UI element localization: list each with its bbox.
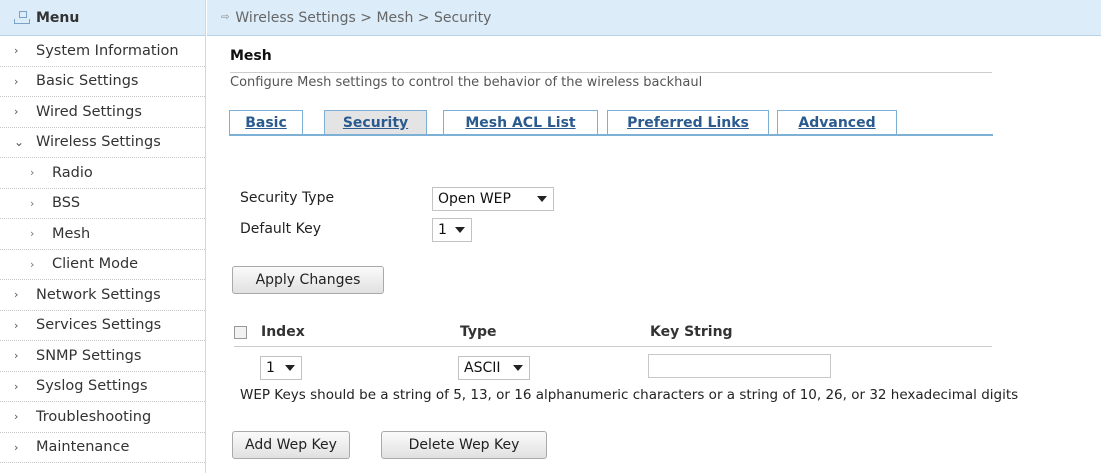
menu-item-radio[interactable]: › Radio (0, 158, 205, 189)
chevron-down-icon: ⌄ (14, 135, 25, 150)
menu-item-services-settings[interactable]: › Services Settings (0, 311, 205, 341)
menu-item-label: Troubleshooting (36, 408, 152, 425)
menu-item-wireless-settings[interactable]: ⌄ Wireless Settings (0, 128, 205, 158)
key-type-select[interactable]: ASCII (458, 356, 530, 380)
sitemap-icon (14, 10, 30, 25)
chevron-right-icon: › (30, 227, 35, 241)
chevron-right-icon: › (30, 257, 35, 271)
key-index-select[interactable]: 1 (260, 356, 302, 380)
menu-item-label: Services Settings (36, 317, 162, 334)
menu-item-label: Mesh (52, 225, 91, 242)
key-type-value: ASCII (464, 360, 501, 376)
menu-item-wired-settings[interactable]: › Wired Settings (0, 97, 205, 128)
breadcrumb-text: Wireless Settings > Mesh > Security (235, 9, 492, 26)
index-header: Index (261, 324, 305, 340)
key-index-value: 1 (266, 360, 275, 376)
tab-basic[interactable]: Basic (229, 110, 303, 134)
tab-security[interactable]: Security (324, 110, 427, 134)
menu-item-maintenance[interactable]: › Maintenance (0, 433, 205, 463)
menu-item-snmp-settings[interactable]: › SNMP Settings (0, 341, 205, 372)
breadcrumb-icon: ⇨ (221, 12, 230, 23)
key-string-input[interactable] (648, 354, 831, 378)
chevron-right-icon: › (14, 318, 19, 332)
default-key-select[interactable]: 1 (432, 218, 472, 242)
menu-item-label: BSS (52, 195, 81, 212)
default-key-value: 1 (438, 222, 447, 238)
chevron-right-icon: › (14, 410, 19, 424)
chevron-right-icon: › (30, 196, 35, 210)
dropdown-caret-icon (285, 365, 295, 371)
menu-item-system-information[interactable]: › System Information (0, 36, 205, 67)
menu-item-label: SNMP Settings (36, 347, 142, 364)
dropdown-caret-icon (537, 196, 547, 202)
dropdown-caret-icon (455, 227, 465, 233)
type-header: Type (460, 324, 497, 340)
chevron-right-icon: › (30, 166, 35, 180)
dropdown-caret-icon (513, 365, 523, 371)
tab-advanced[interactable]: Advanced (777, 110, 897, 134)
breadcrumb: ⇨ Wireless Settings > Mesh > Security (207, 0, 1101, 36)
menu-item-label: Network Settings (36, 286, 161, 303)
tab-bar: Basic Security Mesh ACL List Preferred L… (229, 110, 993, 136)
security-type-label: Security Type (240, 190, 335, 206)
menu-item-syslog-settings[interactable]: › Syslog Settings (0, 372, 205, 402)
chevron-right-icon: › (14, 74, 19, 88)
tab-mesh-acl-list[interactable]: Mesh ACL List (443, 110, 598, 134)
menu-item-label: Client Mode (52, 256, 139, 273)
chevron-right-icon: › (14, 105, 19, 119)
menu-item-label: Basic Settings (36, 73, 139, 90)
apply-changes-button[interactable]: Apply Changes (232, 266, 384, 294)
chevron-right-icon: › (14, 288, 19, 302)
key-string-header: Key String (650, 324, 733, 340)
menu-item-bss[interactable]: › BSS (0, 189, 205, 219)
menu-item-label: Syslog Settings (36, 378, 148, 395)
security-type-select[interactable]: Open WEP (432, 187, 554, 211)
add-wep-key-button[interactable]: Add Wep Key (232, 431, 350, 459)
menu-item-label: Radio (52, 164, 93, 181)
wep-key-hint: WEP Keys should be a string of 5, 13, or… (240, 387, 1019, 403)
security-type-value: Open WEP (438, 191, 511, 207)
page-title: Mesh (230, 48, 272, 64)
tab-preferred-links[interactable]: Preferred Links (607, 110, 769, 134)
menu-item-label: System Information (36, 42, 179, 59)
key-table-header: Index Type Key String (234, 324, 992, 347)
chevron-right-icon: › (14, 349, 19, 363)
delete-wep-key-button[interactable]: Delete Wep Key (381, 431, 547, 459)
chevron-right-icon: › (14, 44, 19, 58)
main-content: ⇨ Wireless Settings > Mesh > Security Me… (207, 0, 1101, 473)
menu-item-troubleshooting[interactable]: › Troubleshooting (0, 402, 205, 433)
menu-item-basic-settings[interactable]: › Basic Settings (0, 67, 205, 97)
chevron-right-icon: › (14, 379, 19, 393)
default-key-label: Default Key (240, 221, 321, 237)
menu-item-label: Wireless Settings (36, 134, 161, 151)
chevron-right-icon: › (14, 440, 19, 454)
sidebar-menu: Menu › System Information › Basic Settin… (0, 0, 206, 473)
select-all-checkbox[interactable] (234, 326, 247, 339)
page-description: Configure Mesh settings to control the b… (230, 72, 992, 93)
menu-item-client-mode[interactable]: › Client Mode (0, 250, 205, 280)
menu-item-network-settings[interactable]: › Network Settings (0, 280, 205, 311)
menu-item-mesh[interactable]: › Mesh (0, 219, 205, 250)
menu-title: Menu (36, 9, 80, 26)
menu-item-label: Wired Settings (36, 103, 142, 120)
menu-header: Menu (0, 0, 205, 36)
menu-item-label: Maintenance (36, 439, 130, 456)
